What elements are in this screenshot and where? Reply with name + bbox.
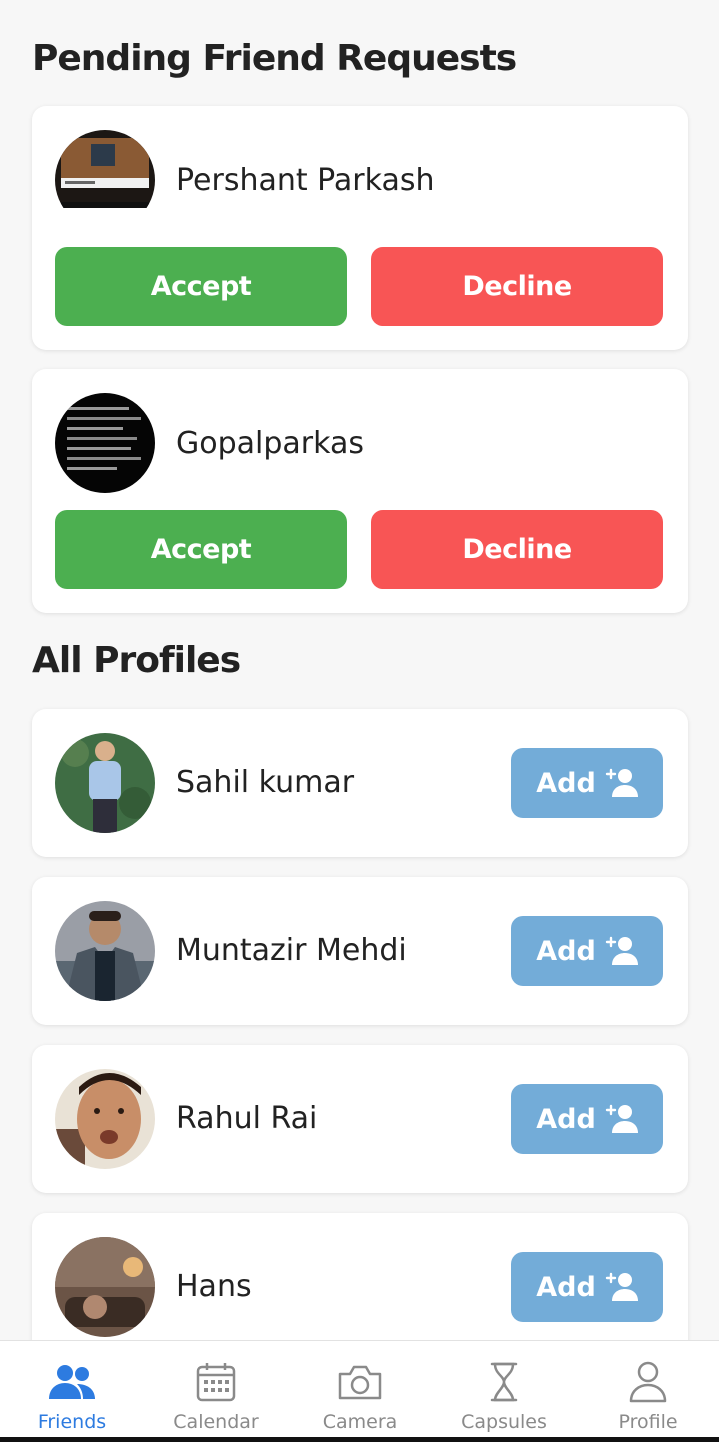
tab-profile[interactable]: Profile bbox=[576, 1341, 719, 1436]
decline-button[interactable]: Decline bbox=[371, 247, 663, 326]
system-bottom-bar bbox=[0, 1437, 719, 1442]
friends-icon bbox=[47, 1361, 97, 1403]
requester-name: Gopalparkas bbox=[176, 426, 364, 461]
profile-card: Rahul Rai Add bbox=[32, 1045, 688, 1193]
avatar[interactable] bbox=[55, 733, 155, 833]
bottom-tab-bar: Friends Calendar Camera Capsules Profile bbox=[0, 1340, 719, 1442]
add-friend-button[interactable]: Add bbox=[511, 916, 663, 986]
calendar-icon bbox=[195, 1361, 237, 1403]
tab-label: Friends bbox=[37, 1411, 107, 1433]
request-card: Gopalparkas Accept Decline bbox=[32, 369, 688, 613]
add-friend-button[interactable]: Add bbox=[511, 1252, 663, 1322]
profile-card: Hans Add bbox=[32, 1213, 688, 1361]
add-user-icon bbox=[605, 1272, 638, 1301]
tab-label: Calendar bbox=[173, 1411, 259, 1433]
profile-name: Rahul Rai bbox=[176, 1101, 318, 1136]
tab-camera[interactable]: Camera bbox=[288, 1341, 432, 1436]
add-user-icon bbox=[605, 768, 638, 797]
avatar[interactable] bbox=[55, 393, 155, 493]
tab-calendar[interactable]: Calendar bbox=[144, 1341, 288, 1436]
avatar[interactable] bbox=[55, 901, 155, 1001]
pending-requests-title: Pending Friend Requests bbox=[32, 38, 517, 79]
add-label: Add bbox=[536, 1271, 596, 1303]
add-label: Add bbox=[536, 1103, 596, 1135]
tab-capsules[interactable]: Capsules bbox=[432, 1341, 576, 1436]
profile-name: Sahil kumar bbox=[176, 765, 355, 800]
profile-card: Sahil kumar Add bbox=[32, 709, 688, 857]
tab-friends[interactable]: Friends bbox=[0, 1341, 144, 1436]
profile-name: Hans bbox=[176, 1269, 252, 1304]
tab-label: Profile bbox=[618, 1411, 678, 1433]
profile-card: Muntazir Mehdi Add bbox=[32, 877, 688, 1025]
friends-screen: Pending Friend Requests Pershant Parkash… bbox=[0, 0, 719, 1442]
accept-button[interactable]: Accept bbox=[55, 247, 347, 326]
avatar[interactable] bbox=[55, 1237, 155, 1337]
add-friend-button[interactable]: Add bbox=[511, 1084, 663, 1154]
tab-label: Capsules bbox=[461, 1411, 547, 1433]
avatar[interactable] bbox=[55, 130, 155, 230]
tab-label: Camera bbox=[322, 1411, 398, 1433]
add-user-icon bbox=[605, 936, 638, 965]
add-label: Add bbox=[536, 935, 596, 967]
all-profiles-title: All Profiles bbox=[32, 640, 241, 681]
requester-name: Pershant Parkash bbox=[176, 163, 435, 198]
request-card: Pershant Parkash Accept Decline bbox=[32, 106, 688, 350]
decline-button[interactable]: Decline bbox=[371, 510, 663, 589]
camera-icon bbox=[336, 1361, 384, 1403]
accept-button[interactable]: Accept bbox=[55, 510, 347, 589]
add-label: Add bbox=[536, 767, 596, 799]
add-user-icon bbox=[605, 1104, 638, 1133]
add-friend-button[interactable]: Add bbox=[511, 748, 663, 818]
profile-name: Muntazir Mehdi bbox=[176, 933, 407, 968]
hourglass-icon bbox=[489, 1361, 519, 1403]
avatar[interactable] bbox=[55, 1069, 155, 1169]
profile-icon bbox=[628, 1361, 668, 1403]
